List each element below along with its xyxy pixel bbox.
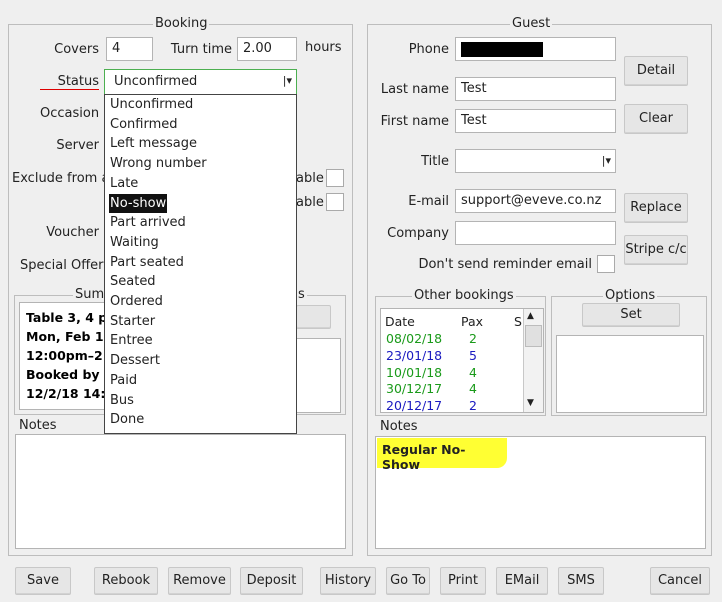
clear-button[interactable]: Clear	[624, 104, 688, 134]
dropdown-arrow-icon[interactable]: |▾	[283, 74, 292, 87]
status-option[interactable]: Confirmed	[109, 115, 179, 134]
col-s: S	[514, 314, 522, 329]
summary-right-title: s	[296, 287, 307, 302]
scroll-down-icon[interactable]: ▼	[527, 398, 534, 408]
rebook-button[interactable]: Rebook	[94, 567, 158, 595]
status-label: Status	[40, 74, 99, 90]
voucher-label: Voucher	[46, 225, 99, 240]
status-option[interactable]: Unconfirmed	[109, 95, 194, 114]
status-option[interactable]: Late	[109, 174, 139, 193]
other-bookings-title: Other bookings	[412, 288, 516, 303]
summary-side-button[interactable]	[296, 305, 331, 329]
reminder-checkbox[interactable]	[597, 255, 615, 273]
exclude-label: Exclude from ar	[12, 171, 115, 186]
replace-button[interactable]: Replace	[624, 193, 688, 223]
email-label: E-mail	[408, 194, 449, 209]
history-button[interactable]: History	[320, 567, 376, 595]
title-select[interactable]: |▾	[455, 149, 616, 173]
title-label: Title	[421, 154, 449, 169]
booking-notes-label: Notes	[19, 418, 57, 433]
row-pax: 2	[469, 331, 477, 346]
other-bookings-table[interactable]: Date Pax S 08/02/18 2 23/01/18 5 10/01/1…	[380, 308, 544, 413]
set-button[interactable]: Set	[582, 303, 680, 327]
status-option[interactable]: Waiting	[109, 233, 160, 252]
turn-time-label: Turn time	[170, 42, 232, 57]
status-option[interactable]: Entree	[109, 331, 154, 350]
status-select-value: Unconfirmed	[114, 74, 198, 89]
company-input[interactable]	[455, 221, 616, 245]
deposit-button[interactable]: Deposit	[240, 567, 303, 595]
phone-input[interactable]	[455, 37, 616, 61]
options-list[interactable]	[556, 335, 704, 413]
server-label: Server	[56, 138, 99, 153]
last-name-label: Last name	[380, 82, 449, 97]
detail-button[interactable]: Detail	[624, 56, 688, 86]
go-to-button[interactable]: Go To	[386, 567, 430, 595]
able-label-2: able	[296, 195, 324, 210]
summary-side-panel	[296, 338, 341, 413]
redacted-phone	[461, 42, 543, 57]
last-name-input[interactable]: Test	[455, 77, 616, 101]
guest-title: Guest	[510, 16, 553, 31]
guest-notes-label: Notes	[380, 419, 418, 434]
status-option[interactable]: Part arrived	[109, 213, 187, 232]
summary-title: Sum	[73, 287, 107, 302]
first-name-input[interactable]: Test	[455, 109, 616, 133]
covers-label: Covers	[54, 42, 99, 57]
covers-input[interactable]: 4	[106, 37, 153, 61]
first-name-label: First name	[380, 114, 449, 129]
col-date: Date	[385, 314, 415, 329]
row-date: 20/12/17	[386, 398, 443, 413]
remove-button[interactable]: Remove	[168, 567, 231, 595]
guest-notes-area[interactable]: Regular No-Show	[375, 436, 706, 549]
guest-notes-text: Regular No-Show	[377, 438, 507, 472]
status-option[interactable]: Wrong number	[109, 154, 208, 173]
row-pax: 5	[469, 348, 477, 363]
status-option[interactable]: Starter	[109, 312, 156, 331]
print-button[interactable]: Print	[440, 567, 486, 595]
company-label: Company	[387, 226, 449, 241]
stripe-cc-button[interactable]: Stripe c/c	[624, 235, 688, 265]
col-pax: Pax	[461, 314, 484, 329]
status-option[interactable]: Part seated	[109, 253, 185, 272]
special-offer-label: Special Offer	[20, 258, 104, 273]
row-pax: 4	[469, 365, 477, 380]
status-option[interactable]: Left message	[109, 134, 198, 153]
options-title: Options	[603, 288, 658, 303]
row-date: 10/01/18	[386, 365, 443, 380]
able-checkbox-2[interactable]	[326, 193, 344, 211]
booking-title: Booking	[153, 16, 210, 31]
scroll-up-icon[interactable]: ▲	[527, 311, 534, 321]
booking-notes-area[interactable]	[15, 434, 346, 549]
status-option[interactable]: Ordered	[109, 292, 164, 311]
row-pax: 4	[469, 381, 477, 396]
email-input[interactable]: support@eveve.co.nz	[455, 189, 616, 213]
turn-time-input[interactable]: 2.00	[237, 37, 297, 61]
status-option[interactable]: Done	[109, 410, 145, 429]
email-button[interactable]: EMail	[496, 567, 548, 595]
hours-label: hours	[305, 40, 342, 55]
status-dropdown-list[interactable]: Unconfirmed Confirmed Left message Wrong…	[104, 94, 297, 434]
status-option[interactable]: Dessert	[109, 351, 161, 370]
row-pax: 2	[469, 398, 477, 413]
scroll-thumb[interactable]	[525, 325, 542, 347]
scrollbar[interactable]: ▲ ▼	[523, 309, 543, 412]
status-select[interactable]: Unconfirmed |▾	[104, 69, 297, 95]
reminder-label: Don't send reminder email	[418, 257, 592, 272]
status-option[interactable]: Bus	[109, 391, 135, 410]
able-label-1: able	[296, 171, 324, 186]
status-option-highlighted[interactable]: No-show	[109, 193, 168, 213]
row-date: 30/12/17	[386, 381, 443, 396]
able-checkbox-1[interactable]	[326, 169, 344, 187]
phone-label: Phone	[408, 42, 449, 57]
status-option[interactable]: Seated	[109, 272, 157, 291]
row-date: 08/02/18	[386, 331, 443, 346]
row-date: 23/01/18	[386, 348, 443, 363]
status-option[interactable]: Paid	[109, 371, 138, 390]
cancel-button[interactable]: Cancel	[650, 567, 710, 595]
sms-button[interactable]: SMS	[558, 567, 604, 595]
save-button[interactable]: Save	[15, 567, 71, 595]
dropdown-arrow-icon[interactable]: |▾	[602, 154, 611, 167]
occasion-label: Occasion	[40, 106, 100, 121]
